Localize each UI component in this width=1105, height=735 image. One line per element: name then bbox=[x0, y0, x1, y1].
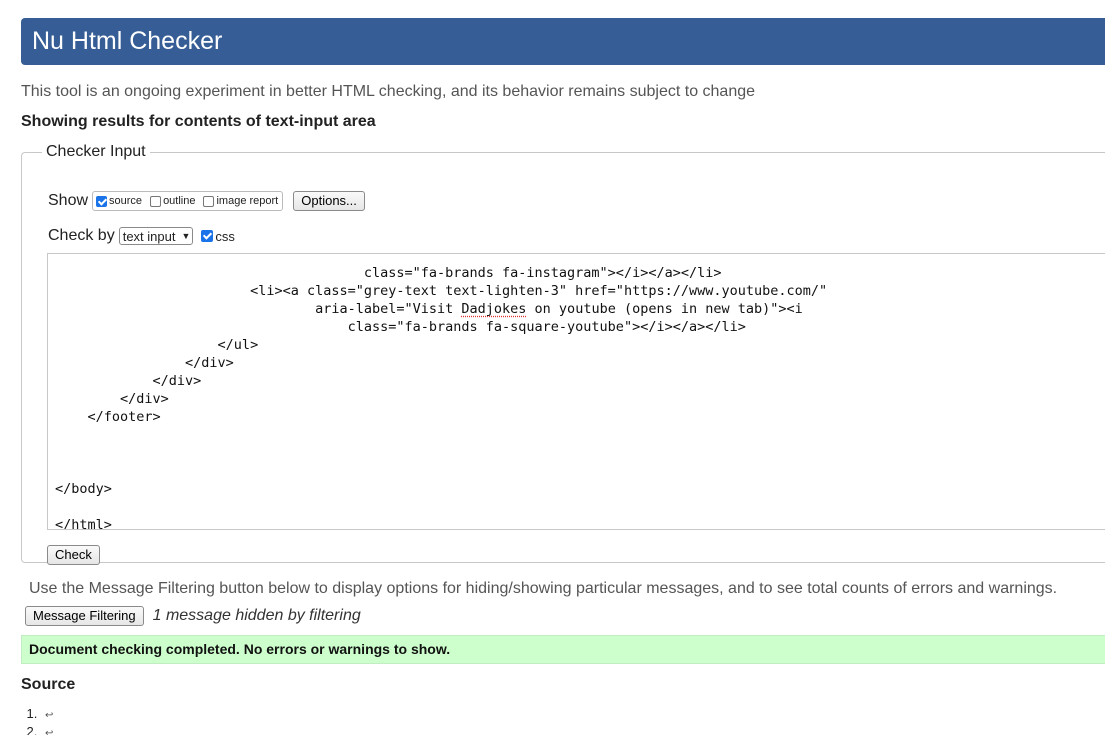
code-line: aria-label="Visit Dadjokes on youtube (o… bbox=[55, 301, 803, 317]
code-line: class="fa-brands fa-square-youtube"></i>… bbox=[55, 319, 746, 335]
code-line: <li><a class="grey-text text-lighten-3" … bbox=[55, 283, 828, 299]
source-textarea[interactable]: class="fa-brands fa-instagram"></i></a><… bbox=[47, 253, 1105, 530]
show-image-report-label: image report bbox=[216, 195, 279, 207]
code-line: </footer> bbox=[55, 409, 161, 425]
spellcheck-word: Dadjokes bbox=[461, 301, 527, 317]
check-by-label: Check by bbox=[48, 227, 115, 244]
code-line: class="fa-brands fa-instagram"></i></a><… bbox=[55, 265, 722, 281]
show-options-group: source outline image report bbox=[92, 191, 284, 211]
intro-text: This tool is an ongoing experiment in be… bbox=[21, 83, 756, 100]
page-title: Nu Html Checker bbox=[32, 27, 223, 55]
filter-row: Message Filtering 1 message hidden by fi… bbox=[25, 606, 361, 626]
code-line: </html> bbox=[55, 517, 112, 530]
source-line: ↩ bbox=[41, 724, 53, 735]
page: Nu Html Checker This tool is an ongoing … bbox=[0, 0, 1105, 735]
css-label: css bbox=[215, 228, 235, 244]
show-outline-label: outline bbox=[163, 195, 196, 207]
check-by-selected-value: text input bbox=[122, 228, 176, 244]
show-label: Show bbox=[48, 192, 89, 209]
show-outline-checkbox[interactable] bbox=[150, 195, 162, 207]
hidden-messages-note: 1 message hidden by filtering bbox=[152, 607, 361, 624]
source-list: ↩ ↩ bbox=[21, 706, 53, 735]
message-filtering-button[interactable]: Message Filtering bbox=[25, 606, 144, 626]
results-heading: Showing results for contents of text-inp… bbox=[21, 113, 376, 130]
filter-note: Use the Message Filtering button below t… bbox=[29, 580, 1058, 597]
css-option[interactable]: css bbox=[201, 229, 235, 244]
check-button[interactable]: Check bbox=[47, 545, 100, 565]
check-by-row: Check by text input ▼ css bbox=[48, 227, 235, 245]
page-header: Nu Html Checker bbox=[21, 18, 1105, 65]
show-source-label: source bbox=[109, 195, 143, 207]
show-image-report-checkbox[interactable] bbox=[203, 195, 215, 207]
return-icon: ↩ bbox=[45, 728, 54, 735]
options-button[interactable]: Options... bbox=[293, 191, 365, 211]
checker-input-fieldset: Checker Input Show source outline image … bbox=[21, 143, 1105, 565]
show-source-option[interactable]: source bbox=[96, 195, 142, 207]
success-message: Document checking completed. No errors o… bbox=[21, 635, 1105, 664]
show-image-report-option[interactable]: image report bbox=[203, 195, 278, 207]
checker-input-legend: Checker Input bbox=[46, 143, 146, 160]
show-source-checkbox[interactable] bbox=[96, 195, 108, 207]
chevron-down-icon: ▼ bbox=[181, 231, 191, 241]
css-checkbox[interactable] bbox=[201, 230, 214, 242]
code-line: </ul> bbox=[55, 337, 259, 353]
code-line: </div> bbox=[55, 373, 202, 389]
source-code-text: class="fa-brands fa-instagram"></i></a><… bbox=[55, 254, 828, 530]
show-row: Show source outline image report Options… bbox=[48, 191, 365, 211]
code-line: </div> bbox=[55, 391, 169, 407]
show-outline-option[interactable]: outline bbox=[150, 195, 195, 207]
code-line: </body> bbox=[55, 481, 112, 497]
source-line: ↩ bbox=[41, 706, 53, 724]
return-icon: ↩ bbox=[45, 710, 54, 721]
check-by-select[interactable]: text input ▼ bbox=[118, 227, 194, 245]
source-heading: Source bbox=[21, 676, 76, 693]
code-line: </div> bbox=[55, 355, 234, 371]
